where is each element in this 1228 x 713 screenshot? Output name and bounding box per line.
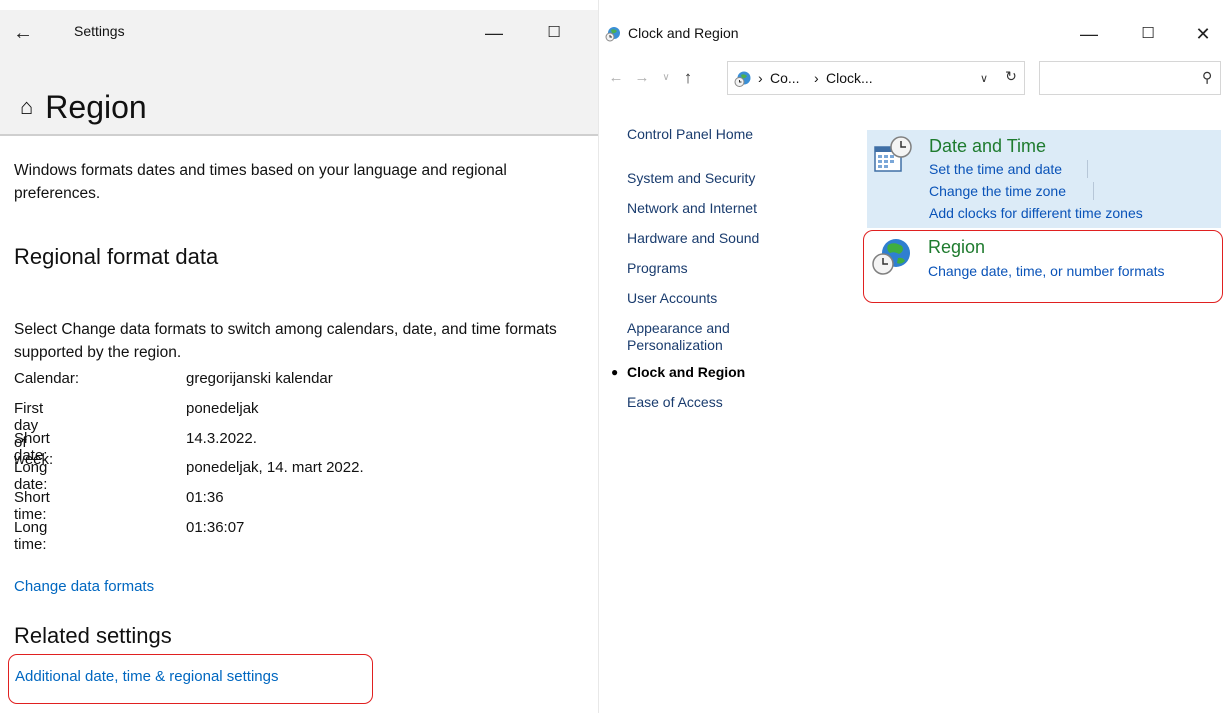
cp-window-title: Clock and Region <box>628 25 739 41</box>
sidebar-item-user-accounts[interactable]: User Accounts <box>627 290 717 306</box>
control-panel-window: Clock and Region — ☐ ✕ ← → ∨ ↑ › Co... ›… <box>598 0 1228 713</box>
page-title-text: Region <box>45 88 147 125</box>
sidebar-item-appearance[interactable]: Appearance and <box>627 320 730 336</box>
settings-titlebar: ← Settings — ☐ <box>0 10 598 56</box>
sidebar-item-clock-region: Clock and Region <box>627 364 746 380</box>
breadcrumb-chevron-icon: › <box>814 70 819 86</box>
minimize-icon[interactable]: — <box>474 20 514 46</box>
clock-region-icon <box>605 27 620 42</box>
change-time-zone-link[interactable]: Change the time zone <box>929 183 1066 199</box>
breadcrumb-item[interactable]: Clock... <box>826 70 873 86</box>
set-time-date-link[interactable]: Set the time and date <box>929 161 1062 177</box>
additional-settings-link[interactable]: Additional date, time & regional setting… <box>15 668 279 685</box>
format-label: Long time: <box>14 518 48 553</box>
chevron-down-icon[interactable]: ∨ <box>976 70 992 88</box>
page-title: ⌂ Region <box>20 82 147 132</box>
settings-window: ← Settings — ☐ ⌂ Region Windows formats … <box>0 0 598 713</box>
home-icon: ⌂ <box>20 94 34 119</box>
sidebar-item-ease-of-access[interactable]: Ease of Access <box>627 394 723 410</box>
settings-header: ← Settings — ☐ ⌂ Region <box>0 10 598 136</box>
sidebar-item-hardware-sound[interactable]: Hardware and Sound <box>627 230 759 246</box>
format-value: gregorijanski kalendar <box>186 370 333 387</box>
format-value: 01:36 <box>186 489 224 507</box>
back-arrow-icon[interactable]: ← <box>605 66 627 90</box>
sidebar-item-programs[interactable]: Programs <box>627 260 688 276</box>
search-input[interactable]: ⚲ <box>1039 61 1221 95</box>
format-label: Calendar: <box>14 370 80 387</box>
divider <box>1093 182 1094 200</box>
refresh-icon[interactable]: ↻ <box>1002 68 1020 85</box>
section-title: Regional format data <box>14 244 219 269</box>
section-description: Select Change data formats to switch amo… <box>14 321 557 361</box>
cp-navigation-bar: ← → ∨ ↑ › Co... › Clock... ∨ ↻ ⚲ <box>599 58 1228 98</box>
bullet-icon: ● <box>611 365 619 379</box>
change-formats-link[interactable]: Change date, time, or number formats <box>928 263 1165 279</box>
cp-titlebar: Clock and Region — ☐ ✕ <box>599 12 1228 48</box>
calendar-clock-icon <box>874 136 912 172</box>
close-icon[interactable]: ✕ <box>1183 20 1223 48</box>
format-value: 01:36:07 <box>186 518 245 536</box>
category-title-region[interactable]: Region <box>928 237 985 258</box>
format-value: ponedeljak <box>186 399 259 417</box>
category-date-time: Date and Time Set the time and date Chan… <box>867 130 1221 228</box>
address-bar[interactable]: › Co... › Clock... ∨ ↻ <box>727 61 1025 95</box>
maximize-icon[interactable]: ☐ <box>1128 20 1168 48</box>
change-data-formats-link[interactable]: Change data formats <box>14 578 154 595</box>
related-settings-title: Related settings <box>14 623 172 648</box>
app-title: Settings <box>74 23 125 39</box>
forward-arrow-icon[interactable]: → <box>631 66 653 90</box>
back-arrow-icon[interactable]: ← <box>8 20 38 46</box>
globe-clock-icon <box>872 239 910 275</box>
category-title-date-time[interactable]: Date and Time <box>929 136 1046 157</box>
breadcrumb-chevron-icon: › <box>758 70 763 86</box>
recent-dropdown-icon[interactable]: ∨ <box>659 66 673 90</box>
region-description: Windows formats dates and times based on… <box>14 162 507 202</box>
sidebar-item-network-internet[interactable]: Network and Internet <box>627 200 757 216</box>
add-clocks-link[interactable]: Add clocks for different time zones <box>929 205 1143 221</box>
minimize-icon[interactable]: — <box>1069 20 1109 48</box>
search-icon: ⚲ <box>1201 69 1212 85</box>
highlight-box: Additional date, time & regional setting… <box>8 654 373 704</box>
divider <box>1087 160 1088 178</box>
sidebar-item-system-security[interactable]: System and Security <box>627 170 755 186</box>
breadcrumb-item[interactable]: Co... <box>770 70 800 86</box>
clock-region-icon <box>734 71 751 87</box>
sidebar-item-appearance-line2[interactable]: Personalization <box>627 337 723 353</box>
format-value: ponedeljak, 14. mart 2022. <box>186 459 364 477</box>
sidebar-item-control-panel-home[interactable]: Control Panel Home <box>627 126 753 142</box>
category-region: Region Change date, time, or number form… <box>863 230 1223 303</box>
maximize-icon[interactable]: ☐ <box>534 20 574 46</box>
up-arrow-icon[interactable]: ↑ <box>677 66 699 90</box>
format-value: 14.3.2022. <box>186 429 257 447</box>
